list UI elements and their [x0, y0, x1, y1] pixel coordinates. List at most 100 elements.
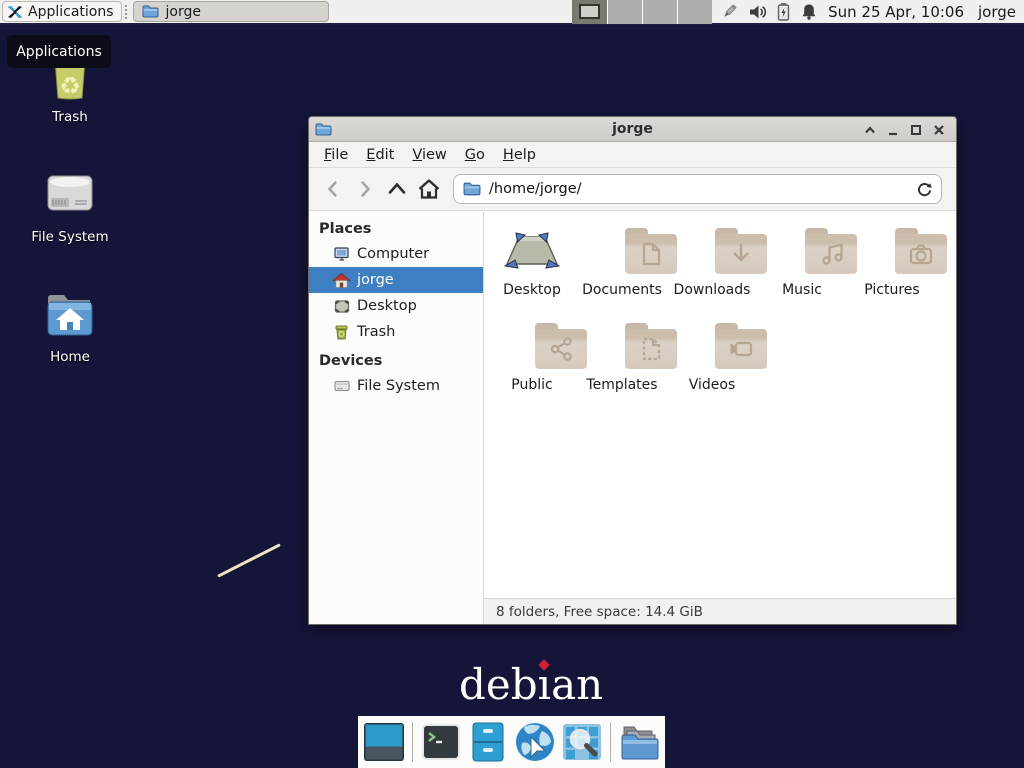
sidebar-item-label: Trash: [357, 324, 395, 340]
desktop-icon-home[interactable]: Home: [18, 290, 122, 365]
menubar: File Edit View Go Help: [309, 142, 956, 168]
taskbar-window-button[interactable]: jorge: [133, 1, 329, 22]
menu-edit[interactable]: Edit: [357, 142, 403, 168]
back-button[interactable]: [317, 173, 349, 205]
sidebar-item-label: Desktop: [357, 298, 417, 314]
file-item-downloads[interactable]: Downloads: [667, 220, 757, 315]
file-item-templates[interactable]: Templates: [577, 315, 667, 410]
panel-handle[interactable]: [125, 5, 130, 19]
up-button[interactable]: [381, 173, 413, 205]
show-desktop-button[interactable]: [363, 720, 405, 764]
file-item-videos[interactable]: Videos: [667, 315, 757, 410]
debian-logo: debıan: [459, 660, 603, 709]
sidebar-item-trash[interactable]: Trash: [309, 319, 483, 345]
panel-clock[interactable]: Sun 25 Apr, 10:06: [828, 3, 964, 21]
desktop-surface-icon: [503, 228, 561, 274]
file-item-pictures[interactable]: Pictures: [847, 220, 937, 315]
window-titlebar[interactable]: jorge: [309, 117, 956, 142]
file-item-desktop[interactable]: Desktop: [487, 220, 577, 315]
reload-icon[interactable]: [916, 181, 933, 198]
file-item-public[interactable]: Public: [487, 315, 577, 410]
sidebar: Places Computer: [309, 212, 484, 624]
window-folder-icon: [315, 123, 332, 136]
dock-separator: [610, 722, 611, 762]
files-grid: Desktop Documents Downloads: [487, 220, 937, 410]
maximize-button[interactable]: [909, 123, 923, 137]
stylus-tool-icon[interactable]: [720, 2, 739, 21]
bottom-dock: [358, 716, 665, 768]
sidebar-header-devices: Devices: [309, 349, 483, 373]
statusbar: 8 folders, Free space: 14.4 GiB: [484, 598, 956, 624]
toolbar: /home/jorge/: [309, 168, 956, 211]
folder-icon: [463, 182, 481, 196]
window-title: jorge: [309, 121, 956, 137]
menu-help[interactable]: Help: [494, 142, 545, 168]
applications-menu-label: Applications: [28, 4, 114, 20]
window-body: Places Computer: [309, 212, 956, 624]
location-bar[interactable]: /home/jorge/: [453, 174, 942, 204]
applications-menu-button[interactable]: Applications: [2, 1, 122, 22]
applications-tooltip: Applications: [7, 35, 111, 68]
notification-bell-icon[interactable]: [800, 3, 818, 21]
file-item-label: Videos: [689, 377, 736, 393]
workspace-1[interactable]: [572, 0, 607, 24]
location-path[interactable]: /home/jorge/: [489, 181, 908, 197]
sidebar-item-computer[interactable]: Computer: [309, 241, 483, 267]
file-item-label: Downloads: [674, 282, 751, 298]
file-item-label: Templates: [586, 377, 657, 393]
battery-icon[interactable]: [776, 2, 791, 21]
file-manager-window: jorge File Edit View Go Help: [308, 116, 957, 625]
sidebar-item-file-system[interactable]: File System: [309, 373, 483, 399]
home-icon: [333, 273, 350, 288]
trash-icon: [333, 325, 350, 340]
xfce-logo-icon: [7, 4, 23, 20]
file-item-music[interactable]: Music: [757, 220, 847, 315]
directory-menu-button[interactable]: [618, 720, 660, 764]
sidebar-item-label: File System: [357, 378, 440, 394]
file-item-label: Public: [511, 377, 552, 393]
sidebar-item-desktop[interactable]: Desktop: [309, 293, 483, 319]
file-item-label: Documents: [582, 282, 662, 298]
desktop-icon-file-system[interactable]: File System: [18, 168, 122, 245]
desktop-icon: [333, 299, 350, 314]
sidebar-header-places: Places: [309, 217, 483, 241]
web-browser-launcher[interactable]: [514, 720, 556, 764]
shade-button[interactable]: [863, 123, 877, 137]
computer-icon: [333, 247, 350, 262]
panel-user-menu[interactable]: jorge: [978, 3, 1016, 21]
terminal-launcher[interactable]: [420, 720, 462, 764]
workspace-window-thumb: [579, 4, 600, 19]
home-folder-icon: [42, 290, 98, 344]
sidebar-item-label: Computer: [357, 246, 429, 262]
hard-drive-icon: [42, 168, 98, 224]
workspace-2[interactable]: [607, 0, 642, 24]
desktop-icon-label: Home: [50, 349, 90, 365]
file-view[interactable]: Desktop Documents Downloads: [484, 212, 956, 624]
file-item-label: Music: [782, 282, 822, 298]
forward-button[interactable]: [349, 173, 381, 205]
close-button[interactable]: [932, 123, 946, 137]
taskbar-window-label: jorge: [166, 4, 201, 20]
drive-icon: [333, 379, 350, 393]
file-item-documents[interactable]: Documents: [577, 220, 667, 315]
menu-view[interactable]: View: [403, 142, 455, 168]
sidebar-item-label: jorge: [357, 272, 394, 288]
top-panel: Applications jorge: [0, 0, 1024, 25]
minimize-button[interactable]: [886, 123, 900, 137]
file-manager-launcher[interactable]: [467, 720, 509, 764]
workspace-switcher: [572, 0, 712, 24]
workspace-4[interactable]: [677, 0, 712, 24]
menu-file[interactable]: File: [315, 142, 357, 168]
file-item-label: Pictures: [864, 282, 919, 298]
folder-icon: [142, 5, 159, 18]
app-finder-launcher[interactable]: [561, 720, 603, 764]
menu-go[interactable]: Go: [456, 142, 494, 168]
stray-line: [217, 543, 281, 577]
file-item-label: Desktop: [503, 282, 561, 298]
sidebar-item-jorge[interactable]: jorge: [309, 267, 483, 293]
desktop-icon-label: File System: [31, 229, 108, 245]
home-button[interactable]: [413, 173, 445, 205]
volume-icon[interactable]: [748, 3, 767, 21]
system-tray: [720, 2, 818, 21]
workspace-3[interactable]: [642, 0, 677, 24]
